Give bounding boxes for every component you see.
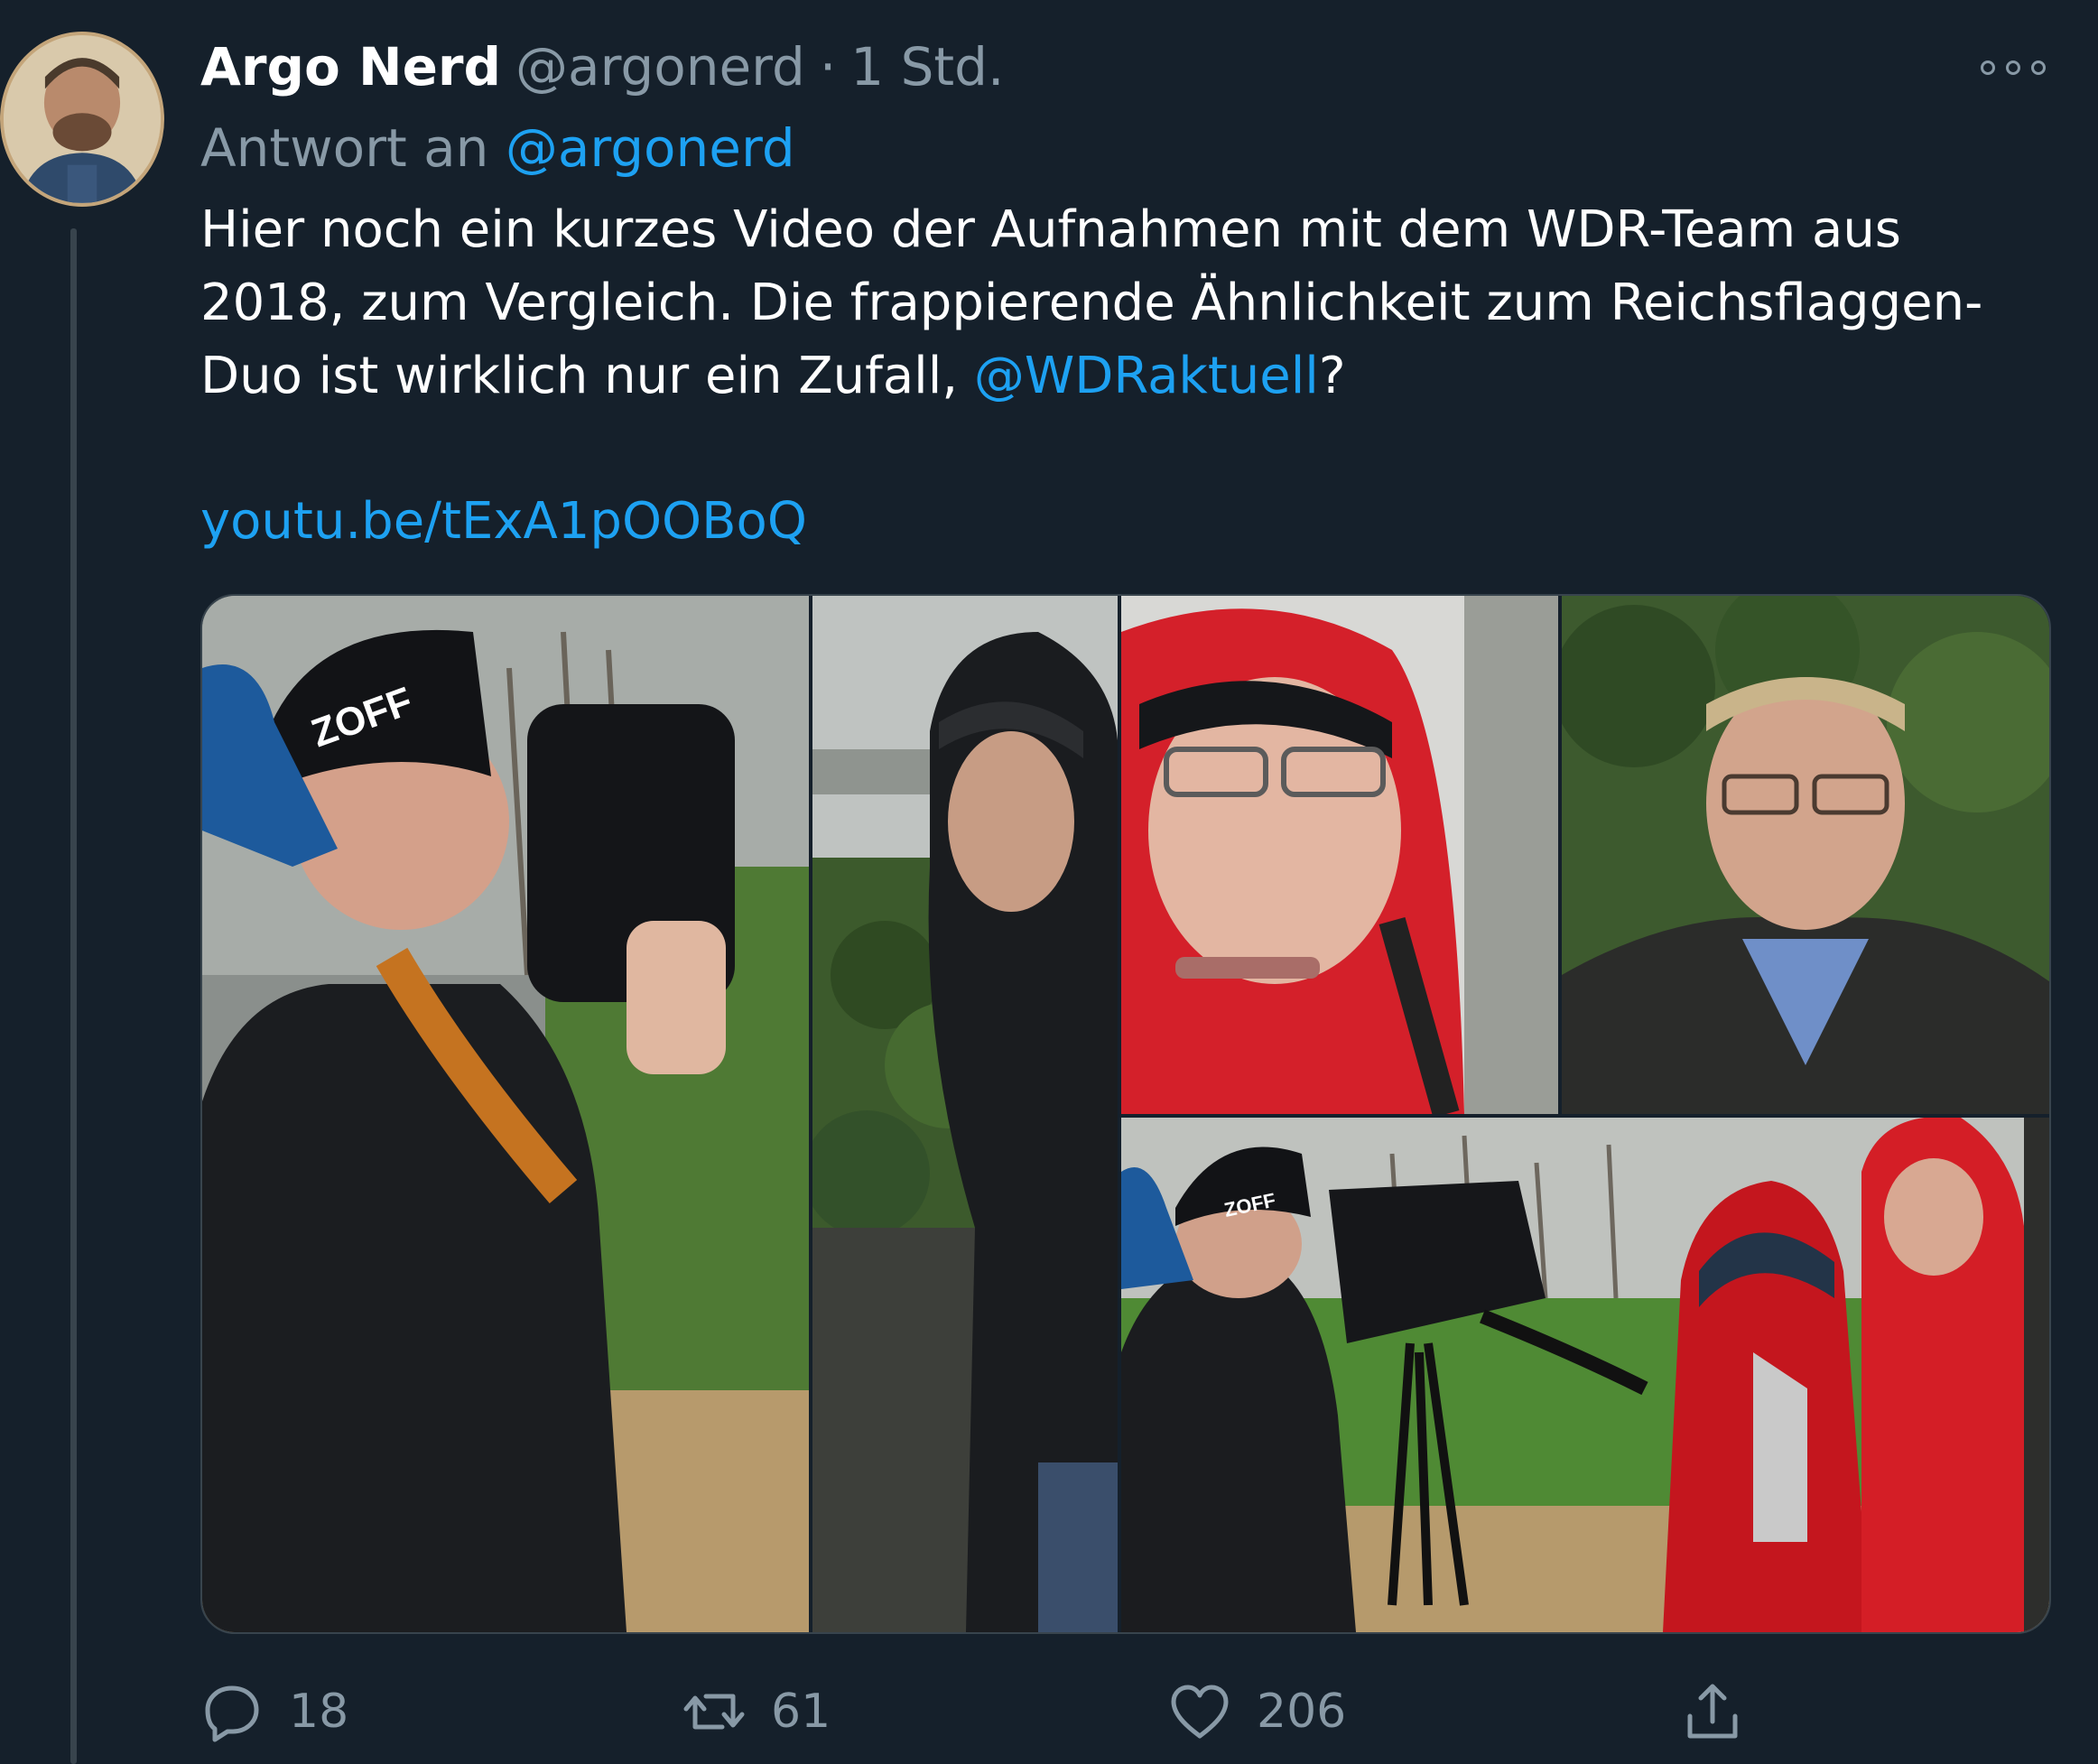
- like-button[interactable]: 206: [1168, 1676, 1346, 1748]
- photo-image: ZOFF: [1121, 1118, 2049, 1632]
- tweet-view: Argo Nerd @argonerd · 1 Std. Antwort an …: [0, 0, 2098, 1764]
- author-avatar[interactable]: [0, 32, 164, 207]
- mention-link[interactable]: @WDRaktuell: [974, 347, 1319, 405]
- author-handle[interactable]: @argonerd: [515, 34, 805, 99]
- like-count: 206: [1257, 1685, 1347, 1739]
- heart-icon: [1171, 1685, 1229, 1739]
- reply-context: Antwort an @argonerd: [200, 116, 795, 181]
- share-button[interactable]: [1681, 1676, 1744, 1748]
- photo-image: [1562, 596, 2049, 1114]
- reply-icon: [205, 1685, 259, 1742]
- tweet-timestamp[interactable]: 1 Std.: [850, 34, 1004, 99]
- avatar-image: [4, 35, 161, 203]
- tweet-text-line: 2018, zum Vergleich. Die frappierende Äh…: [200, 274, 1983, 332]
- photo-image: ZOFF: [202, 596, 809, 1632]
- header-separator: ·: [819, 36, 837, 97]
- reply-button[interactable]: 18: [200, 1676, 348, 1748]
- tweet-text: Hier noch ein kurzes Video der Aufnahmen…: [200, 193, 2051, 413]
- retweet-icon: [683, 1694, 745, 1730]
- tweet-text-line: Hier noch ein kurzes Video der Aufnahmen…: [200, 200, 1901, 259]
- photo-hooded-man[interactable]: [812, 596, 1118, 1632]
- media-grid: ZOFF ZOFF: [200, 594, 2051, 1634]
- more-dot: [2031, 60, 2046, 75]
- photo-image: [812, 596, 1118, 1632]
- author-name[interactable]: Argo Nerd: [200, 34, 501, 99]
- photo-red-hood-man[interactable]: [1121, 596, 1558, 1114]
- more-dot: [1981, 60, 1995, 75]
- share-icon: [1687, 1684, 1738, 1739]
- reply-handle-link[interactable]: @argonerd: [506, 117, 795, 179]
- reply-count: 18: [289, 1685, 349, 1739]
- photo-cameraman-closeup[interactable]: ZOFF: [202, 596, 809, 1632]
- action-bar: 18 61 206: [200, 1676, 2006, 1748]
- photo-image: [1121, 596, 1558, 1114]
- thread-connector-line: [70, 228, 77, 1764]
- more-options-icon[interactable]: [1981, 52, 2046, 83]
- retweet-button[interactable]: 61: [682, 1676, 831, 1748]
- photo-man-glasses[interactable]: [1562, 596, 2049, 1114]
- photo-camera-crew[interactable]: ZOFF: [1121, 1118, 2049, 1632]
- retweet-count: 61: [771, 1685, 831, 1739]
- more-dot: [2006, 60, 2020, 75]
- tweet-header: Argo Nerd @argonerd · 1 Std.: [200, 34, 1004, 99]
- tweet-text-fragment: ?: [1318, 347, 1346, 405]
- tweet-text-fragment: Duo ist wirklich nur ein Zufall,: [200, 347, 974, 405]
- youtube-link[interactable]: youtu.be/tExA1pOOBoQ: [200, 486, 807, 558]
- tweet-text-line: Duo ist wirklich nur ein Zufall, @WDRakt…: [200, 339, 2051, 413]
- reply-prefix: Antwort an: [200, 117, 489, 179]
